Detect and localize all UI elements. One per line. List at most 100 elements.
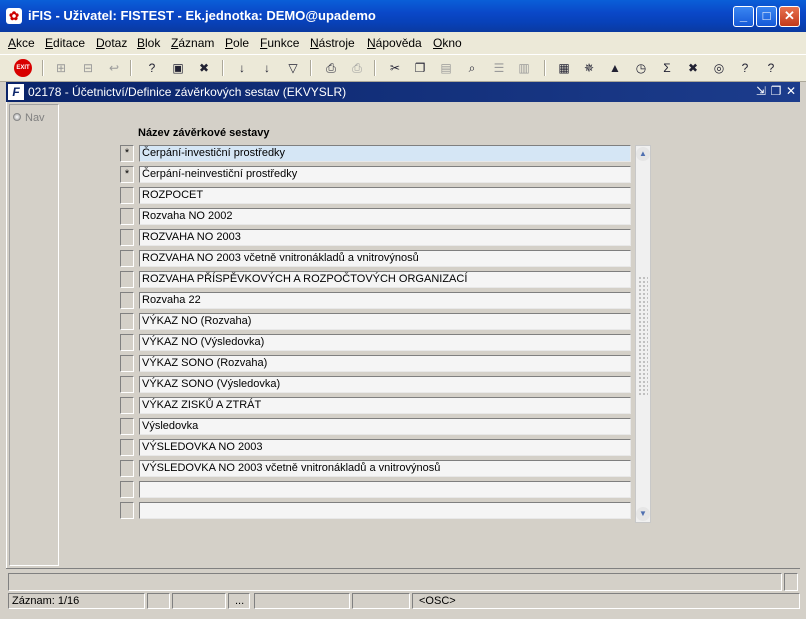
report-name-field[interactable]: VÝSLEDOVKA NO 2003 bbox=[139, 439, 631, 456]
vertical-scrollbar[interactable]: ▲ ▼ bbox=[635, 145, 651, 523]
report-name-field[interactable]: VÝKAZ NO (Rozvaha) bbox=[139, 313, 631, 330]
excel-icon[interactable]: ✖ bbox=[684, 59, 702, 77]
report-name-field[interactable]: VÝKAZ NO (Výsledovka) bbox=[139, 334, 631, 351]
find-icon[interactable]: ⌕ bbox=[463, 59, 481, 77]
menu-blok[interactable]: Blok bbox=[137, 36, 160, 50]
record-indicator[interactable] bbox=[120, 271, 134, 288]
record-indicator[interactable] bbox=[120, 376, 134, 393]
close-button[interactable]: ✕ bbox=[779, 6, 800, 27]
insert-record-icon[interactable]: ⊞ bbox=[52, 59, 70, 77]
list-icon[interactable]: ☰ bbox=[490, 59, 508, 77]
help-query-icon[interactable]: ? bbox=[736, 59, 754, 77]
menu-editace[interactable]: Editace bbox=[45, 36, 85, 50]
record-indicator[interactable] bbox=[120, 187, 134, 204]
menu-napoveda[interactable]: Nápověda bbox=[367, 36, 422, 50]
cancel-query-icon[interactable]: ✖ bbox=[195, 59, 213, 77]
up-icon[interactable]: ▲ bbox=[606, 59, 624, 77]
record-indicator[interactable] bbox=[120, 313, 134, 330]
record-indicator[interactable] bbox=[120, 397, 134, 414]
status-field-2 bbox=[172, 593, 226, 609]
record-indicator[interactable] bbox=[120, 460, 134, 477]
sum-icon[interactable]: Σ bbox=[658, 59, 676, 77]
report-name-field[interactable]: ROZVAHA NO 2003 bbox=[139, 229, 631, 246]
record-indicator[interactable] bbox=[120, 481, 134, 498]
report-name-field[interactable]: ROZVAHA PŘÍSPĚVKOVÝCH A ROZPOČTOVÝCH ORG… bbox=[139, 271, 631, 288]
sort-descending-icon[interactable]: ↓ bbox=[258, 59, 276, 77]
print-icon[interactable]: ⎙ bbox=[322, 59, 340, 77]
toolbar: EXIT ⊞ ⊟ ↩ ? ▣ ✖ ↓ ↓ ▽ ⎙ ⎙ ✂ ❐ ▤ ⌕ ☰ ▥ ▦… bbox=[0, 54, 806, 82]
record-indicator[interactable]: * bbox=[120, 166, 134, 183]
scroll-down-icon[interactable]: ▼ bbox=[636, 507, 650, 521]
nav-label: Nav bbox=[25, 112, 45, 124]
report-name-field[interactable]: ROZPOCET bbox=[139, 187, 631, 204]
toolbar-separator bbox=[374, 60, 376, 76]
web-icon[interactable]: ◎ bbox=[710, 59, 728, 77]
record-indicator[interactable] bbox=[120, 334, 134, 351]
report-name-field[interactable]: Čerpání-investiční prostředky bbox=[139, 145, 631, 162]
record-indicator[interactable] bbox=[120, 250, 134, 267]
report-name-field[interactable]: VÝKAZ ZISKŮ A ZTRÁT bbox=[139, 397, 631, 414]
menu-pole[interactable]: Pole bbox=[225, 36, 249, 50]
record-indicator[interactable] bbox=[120, 355, 134, 372]
report-name-field[interactable]: Rozvaha 22 bbox=[139, 292, 631, 309]
report-name-field[interactable]: Čerpání-neinvestiční prostředky bbox=[139, 166, 631, 183]
record-indicator[interactable]: * bbox=[120, 145, 134, 162]
record-indicator[interactable] bbox=[120, 418, 134, 435]
columns-icon[interactable]: ▥ bbox=[515, 59, 533, 77]
menu-bar: Akce Editace Dotaz Blok Záznam Pole Funk… bbox=[0, 32, 806, 54]
exit-icon[interactable]: EXIT bbox=[14, 59, 32, 77]
minimize-button[interactable]: _ bbox=[733, 6, 754, 27]
menu-akce[interactable]: Akce bbox=[8, 36, 35, 50]
menu-dotaz[interactable]: Dotaz bbox=[96, 36, 127, 50]
filter-icon[interactable]: ▽ bbox=[284, 59, 302, 77]
menu-funkce[interactable]: Funkce bbox=[260, 36, 299, 50]
record-indicator[interactable] bbox=[120, 502, 134, 519]
menu-nastroje[interactable]: Nástroje bbox=[310, 36, 355, 50]
scroll-up-icon[interactable]: ▲ bbox=[636, 147, 650, 161]
execute-query-icon[interactable]: ▣ bbox=[169, 59, 187, 77]
menu-zaznam[interactable]: Záznam bbox=[171, 36, 214, 50]
toolbar-separator bbox=[310, 60, 312, 76]
report-name-field[interactable]: Výsledovka bbox=[139, 418, 631, 435]
status-field-3: ... bbox=[228, 593, 250, 609]
paste-icon[interactable]: ▤ bbox=[437, 59, 455, 77]
form-minimize-icon[interactable]: ⇲ bbox=[754, 84, 768, 98]
window-titlebar: ✿ iFIS - Uživatel: FISTEST - Ek.jednotka… bbox=[0, 0, 806, 32]
report-name-field[interactable]: Rozvaha NO 2002 bbox=[139, 208, 631, 225]
column-header: Název závěrkové sestavy bbox=[138, 127, 270, 139]
sort-ascending-icon[interactable]: ↓ bbox=[233, 59, 251, 77]
scrollbar-grip bbox=[638, 276, 648, 396]
status-mode: <OSC> bbox=[412, 593, 800, 609]
menu-okno[interactable]: Okno bbox=[433, 36, 462, 50]
record-indicator[interactable] bbox=[120, 292, 134, 309]
form-title: 02178 - Účetnictví/Definice závěrkových … bbox=[28, 85, 347, 99]
report-name-field[interactable]: VÝKAZ SONO (Rozvaha) bbox=[139, 355, 631, 372]
settings-icon[interactable]: ✵ bbox=[580, 59, 598, 77]
report-name-field[interactable]: VÝKAZ SONO (Výsledovka) bbox=[139, 376, 631, 393]
cut-icon[interactable]: ✂ bbox=[386, 59, 404, 77]
status-field-1 bbox=[147, 593, 170, 609]
delete-record-icon[interactable]: ⊟ bbox=[79, 59, 97, 77]
form-close-icon[interactable]: ✕ bbox=[784, 84, 798, 98]
report-name-field[interactable] bbox=[139, 502, 631, 519]
report-name-field[interactable]: ROZVAHA NO 2003 včetně vnitronákladů a v… bbox=[139, 250, 631, 267]
clock-icon[interactable]: ◷ bbox=[632, 59, 650, 77]
window-title: iFIS - Uživatel: FISTEST - Ek.jednotka: … bbox=[28, 8, 376, 23]
nav-panel: Nav bbox=[9, 104, 59, 566]
copy-icon[interactable]: ❐ bbox=[411, 59, 429, 77]
record-indicator[interactable] bbox=[120, 439, 134, 456]
report-name-field[interactable]: VÝSLEDOVKA NO 2003 včetně vnitronákladů … bbox=[139, 460, 631, 477]
record-indicator[interactable] bbox=[120, 229, 134, 246]
nav-radio-icon[interactable] bbox=[13, 113, 21, 121]
status-area: Záznam: 1/16 ... <OSC> bbox=[6, 568, 800, 615]
maximize-button[interactable]: □ bbox=[756, 6, 777, 27]
record-indicator[interactable] bbox=[120, 208, 134, 225]
toolbar-separator bbox=[42, 60, 44, 76]
form-restore-icon[interactable]: ❐ bbox=[769, 84, 783, 98]
form-icon[interactable]: ▦ bbox=[555, 59, 573, 77]
enter-query-icon[interactable]: ? bbox=[143, 59, 161, 77]
print-preview-icon[interactable]: ⎙ bbox=[348, 59, 366, 77]
report-name-field[interactable] bbox=[139, 481, 631, 498]
help-icon[interactable]: ? bbox=[762, 59, 780, 77]
clear-record-icon[interactable]: ↩ bbox=[105, 59, 123, 77]
